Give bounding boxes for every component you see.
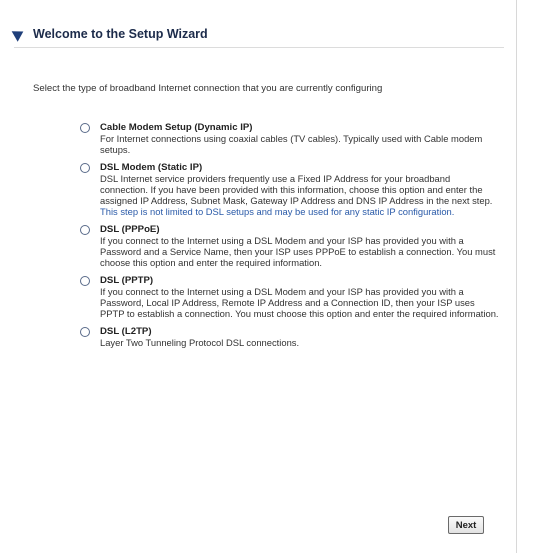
option-body: DSL Modem (Static IP) DSL Internet servi… (100, 162, 500, 217)
option-description: If you connect to the Internet using a D… (100, 235, 496, 268)
radio-dsl-l2tp[interactable] (80, 327, 90, 337)
option-body: DSL (PPPoE) If you connect to the Intern… (100, 224, 500, 268)
option-description: Layer Two Tunneling Protocol DSL connect… (100, 337, 300, 348)
setup-wizard-page: Welcome to the Setup Wizard Select the t… (0, 0, 545, 553)
option-body: DSL (L2TP) Layer Two Tunneling Protocol … (100, 326, 500, 348)
option-dsl-static-ip: DSL Modem (Static IP) DSL Internet servi… (80, 162, 500, 217)
option-cable-modem: Cable Modem Setup (Dynamic IP) For Inter… (80, 122, 500, 155)
option-title: DSL (PPTP) (100, 275, 154, 286)
wizard-header: Welcome to the Setup Wizard (11, 26, 208, 42)
right-border (516, 0, 517, 553)
radio-dsl-pptp[interactable] (80, 276, 90, 286)
next-button[interactable]: Next (448, 516, 484, 534)
radio-cable-modem[interactable] (80, 123, 90, 133)
instructions-text: Select the type of broadband Internet co… (33, 83, 383, 94)
option-title: DSL (PPPoE) (100, 224, 160, 235)
header-divider (14, 47, 504, 48)
option-dsl-pptp: DSL (PPTP) If you connect to the Interne… (80, 275, 500, 319)
radio-dsl-pppoe[interactable] (80, 225, 90, 235)
option-note: This step is not limited to DSL setups a… (100, 206, 455, 217)
radio-dsl-static-ip[interactable] (80, 163, 90, 173)
page-title: Welcome to the Setup Wizard (33, 27, 208, 41)
option-body: DSL (PPTP) If you connect to the Interne… (100, 275, 500, 319)
option-description: If you connect to the Internet using a D… (100, 286, 499, 319)
connection-options: Cable Modem Setup (Dynamic IP) For Inter… (80, 122, 500, 355)
option-description: For Internet connections using coaxial c… (100, 133, 483, 155)
option-description-text: DSL Internet service providers frequentl… (100, 173, 493, 206)
option-dsl-pppoe: DSL (PPPoE) If you connect to the Intern… (80, 224, 500, 268)
option-title: DSL (L2TP) (100, 326, 152, 337)
option-body: Cable Modem Setup (Dynamic IP) For Inter… (100, 122, 500, 155)
option-dsl-l2tp: DSL (L2TP) Layer Two Tunneling Protocol … (80, 326, 500, 348)
option-title: Cable Modem Setup (Dynamic IP) (100, 122, 253, 133)
arrow-icon (11, 26, 27, 42)
option-title: DSL Modem (Static IP) (100, 162, 203, 173)
option-description: DSL Internet service providers frequentl… (100, 173, 500, 217)
